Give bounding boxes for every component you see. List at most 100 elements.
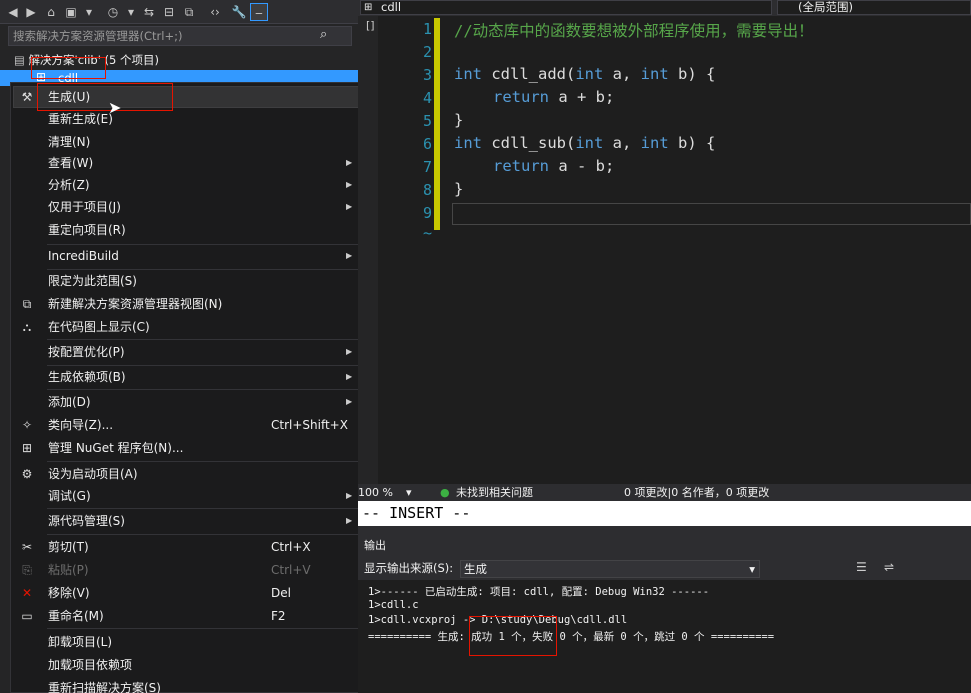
output-line: 1>cdll.c — [368, 599, 419, 611]
menu-item-cut[interactable]: ✂ 剪切(T) Ctrl+X — [11, 536, 361, 558]
menu-item-project-only[interactable]: 仅用于项目(J) ▶ — [11, 196, 361, 218]
line-number: 1 — [422, 20, 432, 38]
submenu-arrow-icon: ▶ — [346, 251, 353, 260]
menu-item-scope-to-this[interactable]: 限定为此范围(S) — [11, 270, 361, 292]
line-number: 8 — [422, 181, 432, 199]
menu-item-view[interactable]: 查看(W) ▶ — [11, 152, 361, 174]
menu-item-analyze[interactable]: 分析(Z) ▶ — [11, 174, 361, 196]
code-line-4[interactable]: return a + b; — [493, 88, 614, 106]
dropdown-icon[interactable]: ▾ — [122, 3, 140, 21]
search-input[interactable]: 搜索解决方案资源管理器(Ctrl+;) — [8, 26, 352, 46]
output-title: 输出 — [358, 536, 971, 556]
zoom-level[interactable]: 100 % — [358, 484, 393, 501]
menu-item-new-explorer-view[interactable]: ⧉ 新建解决方案资源管理器视图(N) — [11, 293, 361, 315]
line-number: 7 — [422, 158, 432, 176]
switch-views-icon[interactable]: ▣ — [62, 3, 80, 21]
current-line-highlight — [452, 203, 971, 225]
file-combo[interactable]: ⊞ cdll — [360, 0, 772, 15]
menu-item-source-control[interactable]: 源代码管理(S) ▶ — [11, 510, 361, 532]
highlight-box — [469, 616, 557, 656]
git-changes[interactable]: 0 项更改|0 名作者，0 项更改 — [624, 484, 769, 501]
code-line-6[interactable]: int cdll_sub(int a, int b) { — [454, 134, 715, 152]
menu-item-set-startup[interactable]: ⚙ 设为启动项目(A) — [11, 463, 361, 485]
code-line-5[interactable]: } — [454, 111, 463, 129]
change-tracking-bar — [434, 18, 440, 230]
mouse-cursor-icon: ➤ — [108, 98, 122, 117]
menu-item-remove[interactable]: ✕ 移除(V) Del — [11, 582, 361, 604]
build-icon: ⚒ — [21, 90, 33, 104]
submenu-arrow-icon: ▶ — [346, 516, 353, 525]
line-number: 3 — [422, 66, 432, 84]
word-wrap-icon[interactable]: ⇌ — [884, 560, 894, 574]
zoom-dropdown-icon[interactable]: ▾ — [406, 484, 412, 501]
code-line-3[interactable]: int cdll_add(int a, int b) { — [454, 65, 715, 83]
menu-item-class-wizard[interactable]: ✧ 类向导(Z)... Ctrl+Shift+X — [11, 414, 361, 436]
forward-icon[interactable]: ▶ — [22, 3, 40, 21]
paste-icon: ⎘ — [22, 563, 32, 577]
dropdown-icon: ▾ — [749, 562, 755, 576]
menu-item-add[interactable]: 添加(D) ▶ — [11, 391, 361, 413]
editor-gutter — [358, 16, 378, 486]
class-wizard-icon: ✧ — [21, 418, 33, 432]
menu-separator — [47, 389, 359, 390]
scope-combo[interactable]: (全局范围) — [777, 0, 971, 15]
solution-icon: ▤ — [14, 53, 29, 67]
output-source-label: 显示输出来源(S): — [364, 561, 454, 575]
menu-item-debug[interactable]: 调试(G) ▶ — [11, 485, 361, 507]
menu-item-nuget[interactable]: ⊞ 管理 NuGet 程序包(N)... — [11, 437, 361, 459]
line-number: 6 — [422, 135, 432, 153]
menu-item-rebuild[interactable]: 重新生成(E) — [11, 108, 361, 130]
submenu-arrow-icon: ▶ — [346, 372, 353, 381]
gear-icon: ⚙ — [21, 467, 33, 481]
dropdown-icon[interactable]: ▾ — [80, 3, 98, 21]
submenu-arrow-icon: ▶ — [346, 397, 353, 406]
code-icon[interactable]: ‹› — [206, 3, 224, 21]
clear-all-icon[interactable]: ☰ — [856, 560, 867, 574]
preview-icon[interactable]: ‒ — [250, 3, 268, 21]
solution-explorer-toolbar: ◀ ▶ ⌂ ▣ ▾ ◷ ▾ ⇆ ⊟ ⧉ ‹› 🔧 ‒ — [0, 0, 358, 24]
menu-separator — [47, 628, 359, 629]
copy-icon[interactable]: ⧉ — [180, 3, 198, 21]
line-number: 4 — [422, 89, 432, 107]
collapse-brackets-icon[interactable]: [] — [366, 19, 375, 32]
vim-mode-indicator: -- INSERT -- — [358, 501, 971, 526]
menu-item-unload[interactable]: 卸载项目(L) — [11, 631, 361, 653]
code-line-1[interactable]: //动态库中的函数要想被外部程序使用，需要导出！ — [454, 19, 814, 41]
visual-studio-window: { "solution_explorer": { "search_placeho… — [0, 0, 971, 693]
line-number: 9 — [422, 204, 432, 222]
menu-item-rename[interactable]: ▭ 重命名(M) F2 — [11, 605, 361, 627]
menu-item-retarget[interactable]: 重定向项目(R) — [11, 219, 361, 241]
code-line-7[interactable]: return a - b; — [493, 157, 614, 175]
highlight-box — [31, 57, 106, 79]
menu-item-incredibuild[interactable]: IncrediBuild ▶ — [11, 245, 361, 267]
rename-icon: ▭ — [21, 609, 33, 623]
editor-status-bar: 100 % ▾ ● 未找到相关问题 0 项更改|0 名作者，0 项更改 — [358, 484, 971, 501]
submenu-arrow-icon: ▶ — [346, 202, 353, 211]
wrench-icon[interactable]: 🔧 — [230, 3, 248, 21]
back-icon[interactable]: ◀ — [4, 3, 22, 21]
menu-separator — [47, 461, 359, 462]
file-icon: ⊞ — [364, 2, 373, 13]
code-line-8[interactable]: } — [454, 180, 463, 198]
menu-item-build[interactable]: ⚒ 生成(U) — [11, 86, 361, 108]
cut-icon: ✂ — [21, 540, 33, 554]
menu-item-clean[interactable]: 清理(N) — [11, 131, 361, 153]
panel-splitter[interactable] — [358, 526, 971, 536]
menu-item-load-dependencies[interactable]: 加载项目依赖项 — [11, 654, 361, 676]
sync-icon[interactable]: ⇆ — [140, 3, 158, 21]
search-icon[interactable]: ⌕ — [320, 28, 334, 42]
nuget-icon: ⊞ — [21, 441, 33, 455]
menu-item-show-on-code-map[interactable]: ⛬ 在代码图上显示(C) — [11, 316, 361, 338]
menu-separator — [47, 339, 359, 340]
menu-item-build-dependencies[interactable]: 生成依赖项(B) ▶ — [11, 366, 361, 388]
home-icon[interactable]: ⌂ — [42, 3, 60, 21]
code-map-icon: ⛬ — [22, 320, 32, 334]
menu-item-pgo[interactable]: 按配置优化(P) ▶ — [11, 341, 361, 363]
menu-item-paste[interactable]: ⎘ 粘贴(P) Ctrl+V — [11, 559, 361, 581]
output-source-select[interactable]: 生成 ▾ — [460, 560, 760, 578]
submenu-arrow-icon: ▶ — [346, 347, 353, 356]
collapse-all-icon[interactable]: ⊟ — [160, 3, 178, 21]
history-icon[interactable]: ◷ — [104, 3, 122, 21]
issues-status[interactable]: 未找到相关问题 — [456, 484, 533, 501]
menu-item-rescan[interactable]: 重新扫描解决方案(S) — [11, 677, 361, 693]
